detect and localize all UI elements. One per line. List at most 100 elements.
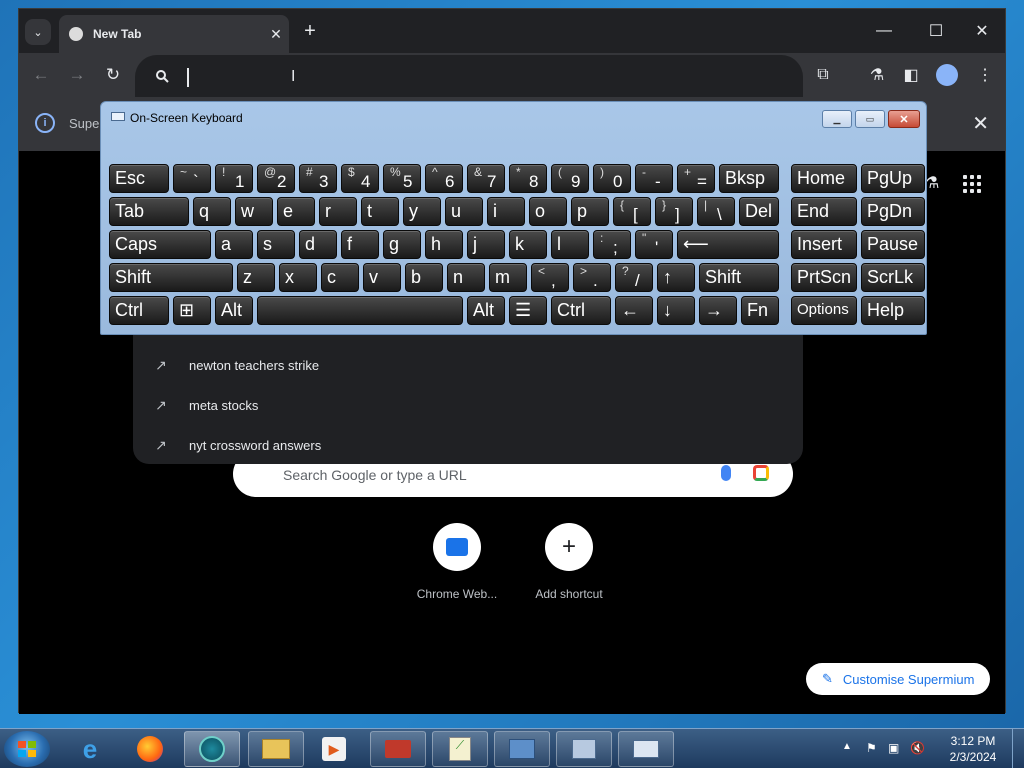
tab-close-icon[interactable]: ✕ (263, 26, 289, 43)
supermium-icon[interactable] (184, 731, 240, 767)
firefox-icon[interactable] (122, 731, 178, 767)
show-hidden-icons-icon[interactable]: ▲ (842, 741, 852, 752)
key-7[interactable]: & 7 (467, 164, 505, 193)
osk-title-bar[interactable]: On-Screen Keyboard ▁ ▭ ✕ (101, 102, 926, 132)
key-alt[interactable]: Alt (467, 296, 505, 325)
toolbox-icon[interactable] (370, 731, 426, 767)
key-f[interactable]: f (341, 230, 379, 259)
osk-minimize-button[interactable]: ▁ (822, 110, 852, 128)
remote-computer-icon[interactable] (556, 731, 612, 767)
reload-button[interactable]: ↻ (99, 61, 127, 89)
forward-button[interactable]: → (63, 61, 91, 89)
infobar-close-icon[interactable]: ✕ (972, 111, 989, 136)
key-d[interactable]: d (299, 230, 337, 259)
file-explorer-icon[interactable] (248, 731, 304, 767)
key-alt[interactable]: Alt (215, 296, 253, 325)
google-apps-icon[interactable] (963, 175, 981, 193)
microphone-icon[interactable] (721, 465, 731, 481)
customise-button[interactable]: ✎ Customise Supermium (806, 663, 990, 695)
tab-search-button[interactable]: ⌄ (25, 19, 51, 45)
key-u39[interactable]: " ' (635, 230, 673, 259)
key-j[interactable]: j (467, 230, 505, 259)
key-caps[interactable]: Caps (109, 230, 211, 259)
on-screen-keyboard-icon[interactable] (618, 731, 674, 767)
key-z[interactable]: z (237, 263, 275, 292)
key-u92[interactable]: | \ (697, 197, 735, 226)
key-l[interactable]: l (551, 230, 589, 259)
key-c[interactable]: c (321, 263, 359, 292)
key-u93[interactable]: }] (655, 197, 693, 226)
key-u59[interactable]: :; (593, 230, 631, 259)
key-p[interactable]: p (571, 197, 609, 226)
key-m[interactable]: m (489, 263, 527, 292)
key-r[interactable]: r (319, 197, 357, 226)
close-window-button[interactable]: ✕ (959, 17, 1005, 45)
key-home[interactable]: Home (791, 164, 857, 193)
key-end[interactable]: End (791, 197, 857, 226)
key-u61[interactable]: + = (677, 164, 715, 193)
network-icon[interactable]: ▣ (888, 741, 904, 757)
show-desktop-button[interactable] (1012, 729, 1024, 768)
media-player-icon[interactable]: ▶ (306, 731, 362, 767)
key-6[interactable]: ^ 6 (425, 164, 463, 193)
key-k[interactable]: k (509, 230, 547, 259)
key-w[interactable]: w (235, 197, 273, 226)
key-u44[interactable]: <, (531, 263, 569, 292)
google-lens-icon[interactable] (753, 465, 769, 481)
key-9[interactable]: (9 (551, 164, 589, 193)
key-u91[interactable]: {[ (613, 197, 651, 226)
key-shift[interactable]: Shift (699, 263, 779, 292)
key-u8593[interactable]: ↑ (657, 263, 695, 292)
key-ctrl[interactable]: Ctrl (109, 296, 169, 325)
key-n[interactable]: n (447, 263, 485, 292)
key-bksp[interactable]: Bksp (719, 164, 779, 193)
suggestion-item[interactable]: ↗ newton teachers strike (133, 345, 803, 385)
key-insert[interactable]: Insert (791, 230, 857, 259)
profile-avatar-icon[interactable] (935, 63, 959, 87)
key-shift[interactable]: Shift (109, 263, 233, 292)
chart-editor-icon[interactable]: ⟋ (432, 731, 488, 767)
key-0[interactable]: ) 0 (593, 164, 631, 193)
new-tab-button[interactable]: + (299, 21, 321, 43)
key-u8592[interactable]: ← (615, 296, 653, 325)
key-ctrl[interactable]: Ctrl (551, 296, 611, 325)
key-y[interactable]: y (403, 197, 441, 226)
key-u8862[interactable]: ⊞ (173, 296, 211, 325)
shortcut-chrome-web-store[interactable]: Chrome Web... (407, 523, 507, 601)
key-2[interactable]: @2 (257, 164, 295, 193)
key-pause[interactable]: Pause (861, 230, 925, 259)
key-8[interactable]: * 8 (509, 164, 547, 193)
shortcut-add[interactable]: + Add shortcut (519, 523, 619, 601)
control-panel-icon[interactable] (494, 731, 550, 767)
key-u10229[interactable]: ⟵ (677, 230, 779, 259)
key-i[interactable]: i (487, 197, 525, 226)
labs-icon[interactable]: ⚗ (925, 173, 939, 193)
key-scrlk[interactable]: ScrLk (861, 263, 925, 292)
key-t[interactable]: t (361, 197, 399, 226)
menu-kebab-icon[interactable]: ⋮ (973, 63, 997, 87)
osk-restore-button[interactable]: ▭ (855, 110, 885, 128)
key-tab[interactable]: Tab (109, 197, 189, 226)
key-u46[interactable]: >. (573, 263, 611, 292)
key-3[interactable]: #3 (299, 164, 337, 193)
key-u96[interactable]: ~ ` (173, 164, 211, 193)
address-bar[interactable]: I (135, 55, 803, 99)
key-x[interactable]: x (279, 263, 317, 292)
key-u47[interactable]: ? / (615, 263, 653, 292)
key-space[interactable] (257, 296, 463, 325)
key-u9776[interactable]: ☰ (509, 296, 547, 325)
minimize-button[interactable]: — (861, 17, 907, 45)
tab-new-tab[interactable]: New Tab ✕ (59, 15, 289, 53)
osk-close-button[interactable]: ✕ (888, 110, 920, 128)
key-5[interactable]: % 5 (383, 164, 421, 193)
key-pgdn[interactable]: PgDn (861, 197, 925, 226)
key-4[interactable]: $4 (341, 164, 379, 193)
action-center-flag-icon[interactable]: ⚑ (866, 741, 882, 757)
key-help[interactable]: Help (861, 296, 925, 325)
key-esc[interactable]: Esc (109, 164, 169, 193)
suggestion-item[interactable]: ↗ nyt crossword answers (133, 425, 803, 465)
suggestion-item[interactable]: ↗ meta stocks (133, 385, 803, 425)
key-q[interactable]: q (193, 197, 231, 226)
start-button[interactable] (4, 731, 50, 767)
labs-flask-icon[interactable]: ⚗ (865, 63, 889, 87)
